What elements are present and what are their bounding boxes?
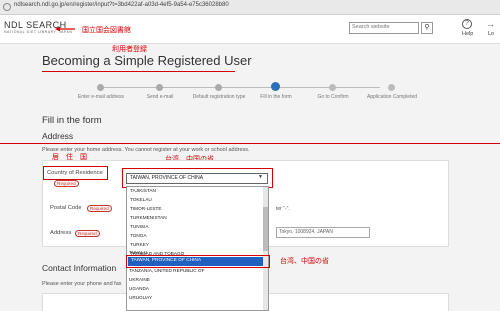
annotation-underline <box>42 71 235 72</box>
contact-heading: Contact Information <box>42 263 117 273</box>
step-dot-1 <box>97 84 104 91</box>
login-icon[interactable]: → <box>486 19 495 29</box>
step-label: Go to Confirm <box>317 94 349 100</box>
annotation-box-country-label <box>43 166 108 180</box>
required-badge: Required <box>75 230 100 237</box>
step-dot-6 <box>388 84 395 91</box>
step-label-current: Fill in the form <box>260 94 292 100</box>
step-dot-3 <box>215 84 222 91</box>
address-placeholder: Tokyo, 1008924, JAPAN <box>279 229 333 235</box>
dropdown-option[interactable]: TURKMENISTAN <box>130 215 167 220</box>
url-text[interactable]: ndlsearch.ndl.go.jp/en/register/input?t=… <box>14 2 229 8</box>
annotation-arrow-icon <box>55 26 75 32</box>
site-info-icon[interactable] <box>3 3 11 11</box>
postal-hint: ter "-". <box>276 206 290 212</box>
step-dot-5 <box>329 84 336 91</box>
page-title: Becoming a Simple Registered User <box>42 53 252 68</box>
form-heading: Fill in the form <box>42 115 102 126</box>
steps-track <box>100 87 380 88</box>
step-label: Send e-mail <box>146 94 174 100</box>
step-dot-2 <box>156 84 163 91</box>
dropdown-option[interactable]: URUGUAY <box>129 295 152 300</box>
dropdown-option[interactable]: UKRAINE <box>129 277 150 282</box>
contact-note: Please enter your phone and fax <box>42 281 122 287</box>
dropdown-option[interactable]: TAJIKISTAN <box>130 188 156 193</box>
annotation-divider <box>0 143 500 144</box>
dropdown-option[interactable]: UGANDA <box>129 286 149 291</box>
annotation-box-country-select <box>122 168 273 188</box>
dropdown-scrollbar-thumb[interactable] <box>263 207 268 251</box>
search-icon[interactable]: ⚲ <box>421 22 433 34</box>
required-badge: Required <box>87 205 112 212</box>
dropdown-option[interactable]: TOKELAU <box>130 197 152 202</box>
dropdown-option[interactable]: TONGA <box>130 233 147 238</box>
annotation-box-selected-option <box>126 255 270 268</box>
help-label[interactable]: Help <box>462 31 473 37</box>
step-label: Application Completed <box>366 94 418 100</box>
step-label: Enter e-mail address <box>77 94 125 100</box>
address-label: Address <box>50 230 72 236</box>
address-heading: Address <box>42 131 74 141</box>
dropdown-option[interactable]: TURKEY <box>130 242 149 247</box>
annotation-taiwan-bottom: 台湾、中国の省 <box>280 258 329 265</box>
required-badge: Required <box>54 180 79 187</box>
country-dropdown-list[interactable]: TAJIKISTAN TOKELAU TIMOR-LESTE TURKMENIS… <box>126 186 269 311</box>
dropdown-option[interactable]: TUNISIA <box>130 224 149 229</box>
search-placeholder: Search website <box>352 24 390 30</box>
help-icon[interactable]: ? <box>462 19 472 29</box>
step-label: Default registration type <box>192 94 246 100</box>
dropdown-option[interactable]: TIMOR-LESTE <box>130 206 162 211</box>
step-dot-current <box>271 82 280 91</box>
dropdown-option[interactable]: TANZANIA, UNITED REPUBLIC OF <box>129 268 204 273</box>
login-label[interactable]: Lo <box>488 31 494 37</box>
postal-code-label: Postal Code <box>50 205 82 211</box>
annotation-ndl: 国立国会図書館 <box>82 27 131 34</box>
